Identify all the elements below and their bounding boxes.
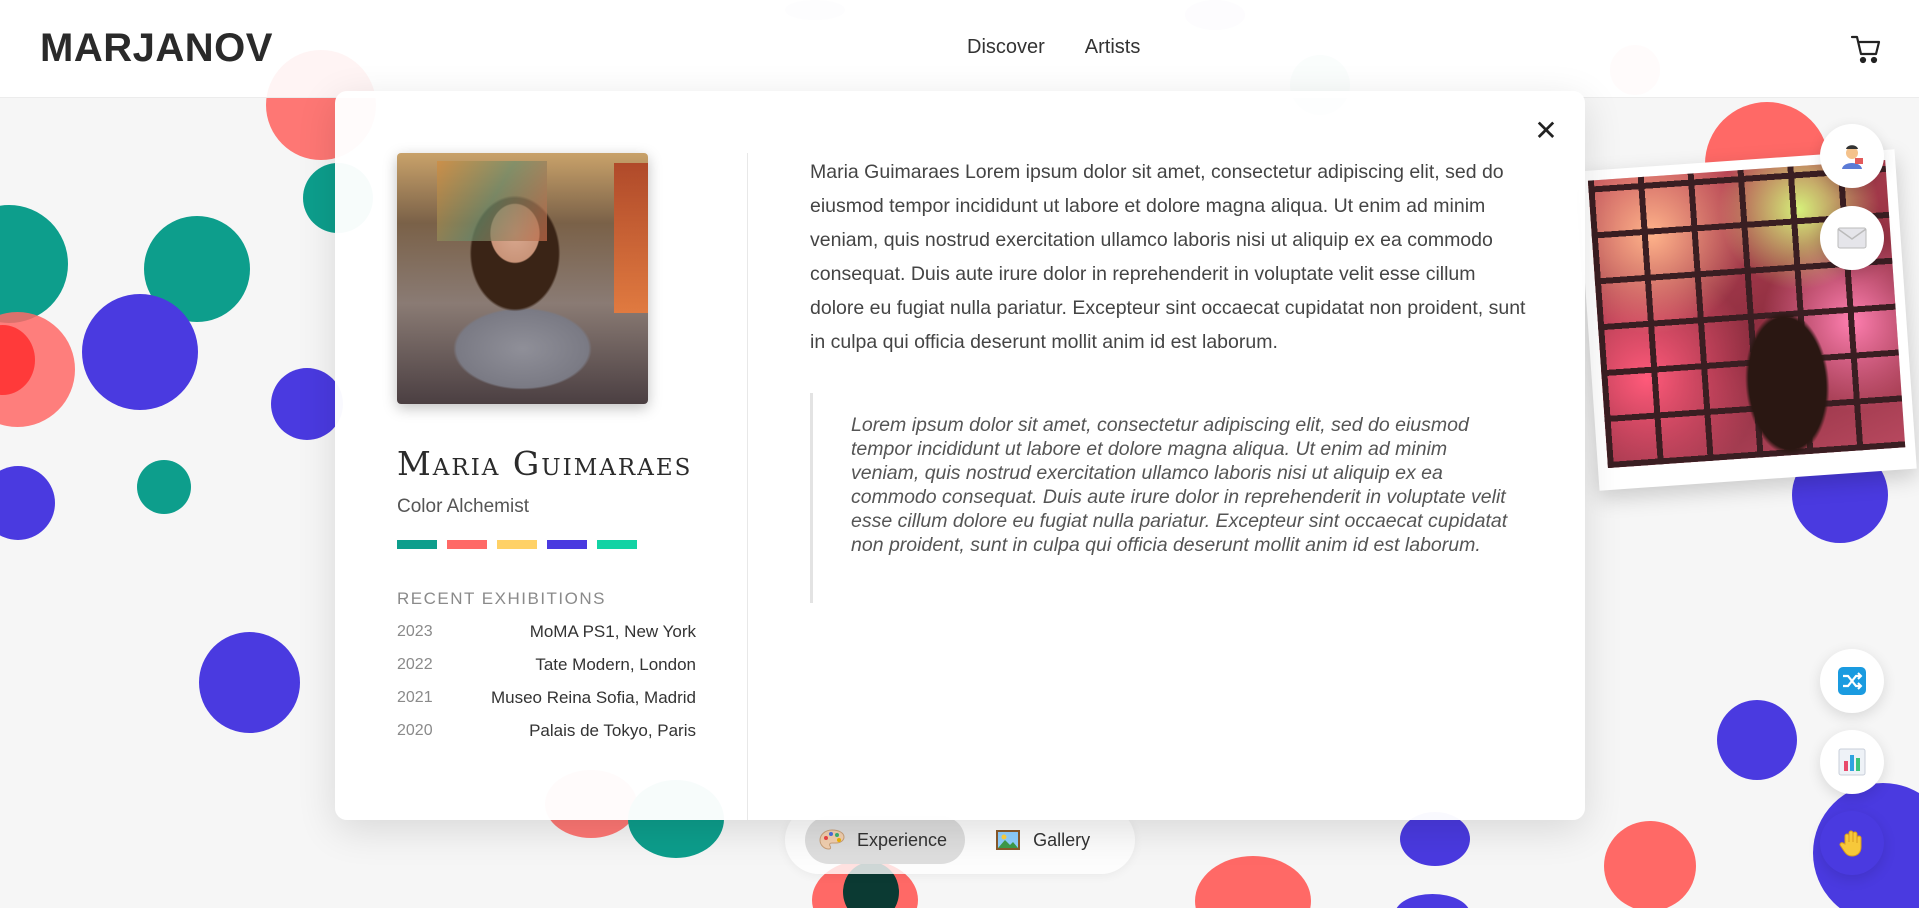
palette-swatch [397,540,437,549]
exhibitions-list: 2023 MoMA PS1, New York 2022 Tate Modern… [397,621,697,741]
tab-gallery[interactable]: Gallery [981,816,1108,864]
exhibition-venue: Palais de Tokyo, Paris [529,720,696,740]
artist-portrait [397,153,648,404]
palette-swatch [547,540,587,549]
bg-dot [0,466,55,540]
nav-link-discover[interactable]: Discover [967,36,1045,59]
bg-dot [1604,821,1696,908]
artist-quote: Lorem ipsum dolor sit amet, consectetur … [810,393,1510,603]
tab-experience-label: Experience [857,829,948,850]
bg-dot [137,460,191,514]
exhibition-item: 2021 Museo Reina Sofia, Madrid [397,687,696,708]
palette-icon [819,829,845,850]
column-divider [747,153,748,820]
exhibition-item: 2022 Tate Modern, London [397,654,696,675]
site-logo[interactable]: MARJANOV [40,26,273,71]
bg-dot [1195,856,1311,908]
tab-experience[interactable]: Experience [805,816,966,864]
bg-dot [271,368,343,440]
artist-avatar-icon [1842,145,1863,169]
artist-sidebar: Maria Guimaraes Color Alchemist RECENT E… [397,153,697,741]
bg-dot [82,294,198,410]
bg-dot [1395,894,1470,908]
palette-swatch [497,540,537,549]
raised-hand-icon [1839,830,1862,857]
exhibitions-heading: RECENT EXHIBITIONS [397,589,606,608]
nav-link-artists[interactable]: Artists [1085,36,1141,59]
tab-gallery-label: Gallery [1033,829,1091,850]
main-nav: Discover Artists [967,36,1140,59]
stats-button[interactable] [1820,730,1884,794]
picture-icon [996,830,1021,850]
exhibition-venue: Museo Reina Sofia, Madrid [490,687,696,707]
artist-name: Maria Guimaraes [397,444,693,483]
exhibition-year: 2023 [397,622,433,640]
exhibition-year: 2021 [397,688,433,706]
artist-bio: Maria Guimaraes Lorem ipsum dolor sit am… [810,161,1526,353]
site-header: MARJANOV Discover Artists [0,0,1919,98]
exhibition-venue: MoMA PS1, New York [529,621,696,641]
exhibition-item: 2020 Palais de Tokyo, Paris [397,720,696,741]
artist-avatar-button[interactable] [1820,124,1884,188]
shuffle-button[interactable] [1820,649,1884,713]
artist-role: Color Alchemist [397,496,529,517]
exhibition-year: 2022 [397,655,433,673]
bar-chart-icon [1838,748,1866,776]
palette-swatch [447,540,487,549]
shuffle-icon [1838,667,1866,695]
envelope-icon [1837,227,1867,249]
artist-profile-modal: ✕ Maria Guimaraes Color Alchemist RECENT… [335,91,1585,820]
close-icon[interactable]: ✕ [1531,115,1561,146]
interact-button[interactable] [1820,811,1884,875]
bg-dot [0,205,68,323]
exhibition-year: 2020 [397,721,433,739]
bg-dot [1400,812,1470,866]
shopping-cart-icon[interactable] [1850,34,1882,64]
featured-artwork-polaroid[interactable] [1577,149,1917,491]
contact-button[interactable] [1820,206,1884,270]
color-palette [397,540,697,549]
bg-dot [199,632,300,733]
exhibition-venue: Tate Modern, London [535,654,696,674]
bg-dot [1717,700,1797,780]
palette-swatch [597,540,637,549]
exhibition-item: 2023 MoMA PS1, New York [397,621,696,642]
